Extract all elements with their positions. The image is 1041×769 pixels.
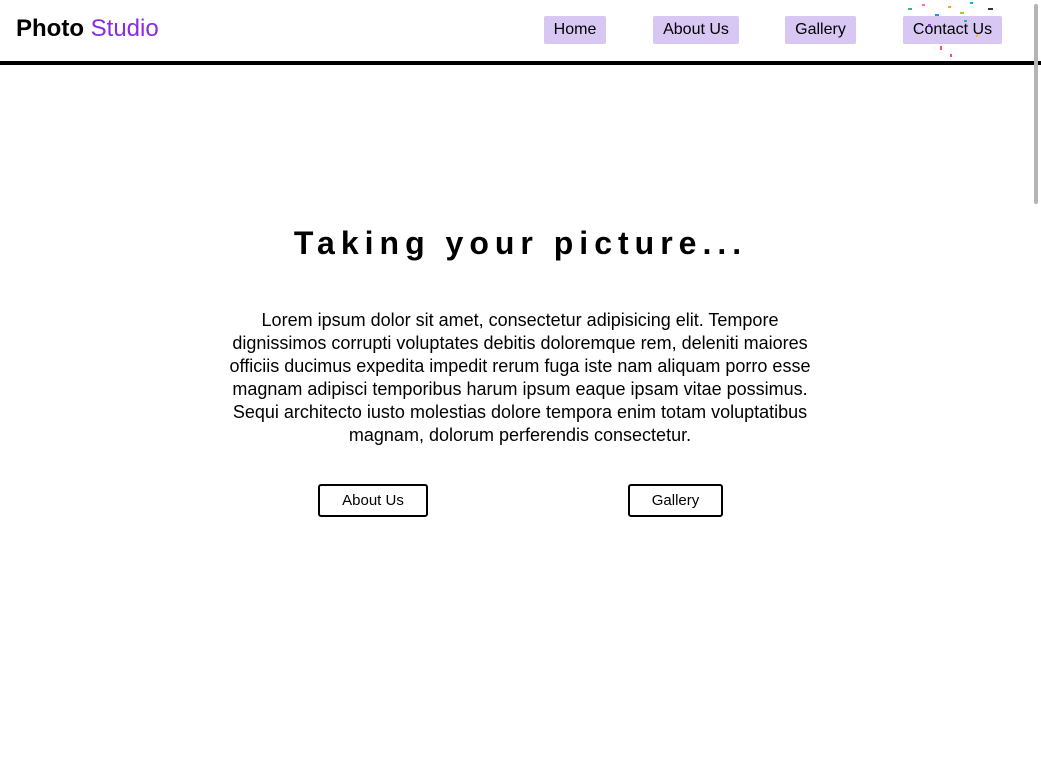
scrollbar-thumb[interactable]: [1034, 4, 1038, 204]
logo[interactable]: Photo Studio: [16, 15, 159, 43]
page: Photo Studio Home About Us Gallery Conta…: [0, 0, 1041, 769]
hero-description: Lorem ipsum dolor sit amet, consectetur …: [229, 310, 811, 445]
logo-secondary-text: Studio: [90, 15, 159, 42]
nav-home-button[interactable]: Home: [544, 16, 606, 44]
nav-gallery-button[interactable]: Gallery: [785, 16, 856, 44]
nav-about-us-button[interactable]: About Us: [653, 16, 739, 44]
about-us-button[interactable]: About Us: [318, 484, 428, 517]
hero-title: Taking your picture...: [293, 225, 748, 261]
vertical-scrollbar[interactable]: [1031, 0, 1041, 769]
logo-primary-text: Photo: [16, 15, 84, 42]
header-divider: [0, 61, 1041, 65]
gallery-button[interactable]: Gallery: [628, 484, 723, 517]
nav-contact-us-button[interactable]: Contact Us: [903, 16, 1002, 44]
site-header: Photo Studio Home About Us Gallery Conta…: [0, 0, 1041, 61]
